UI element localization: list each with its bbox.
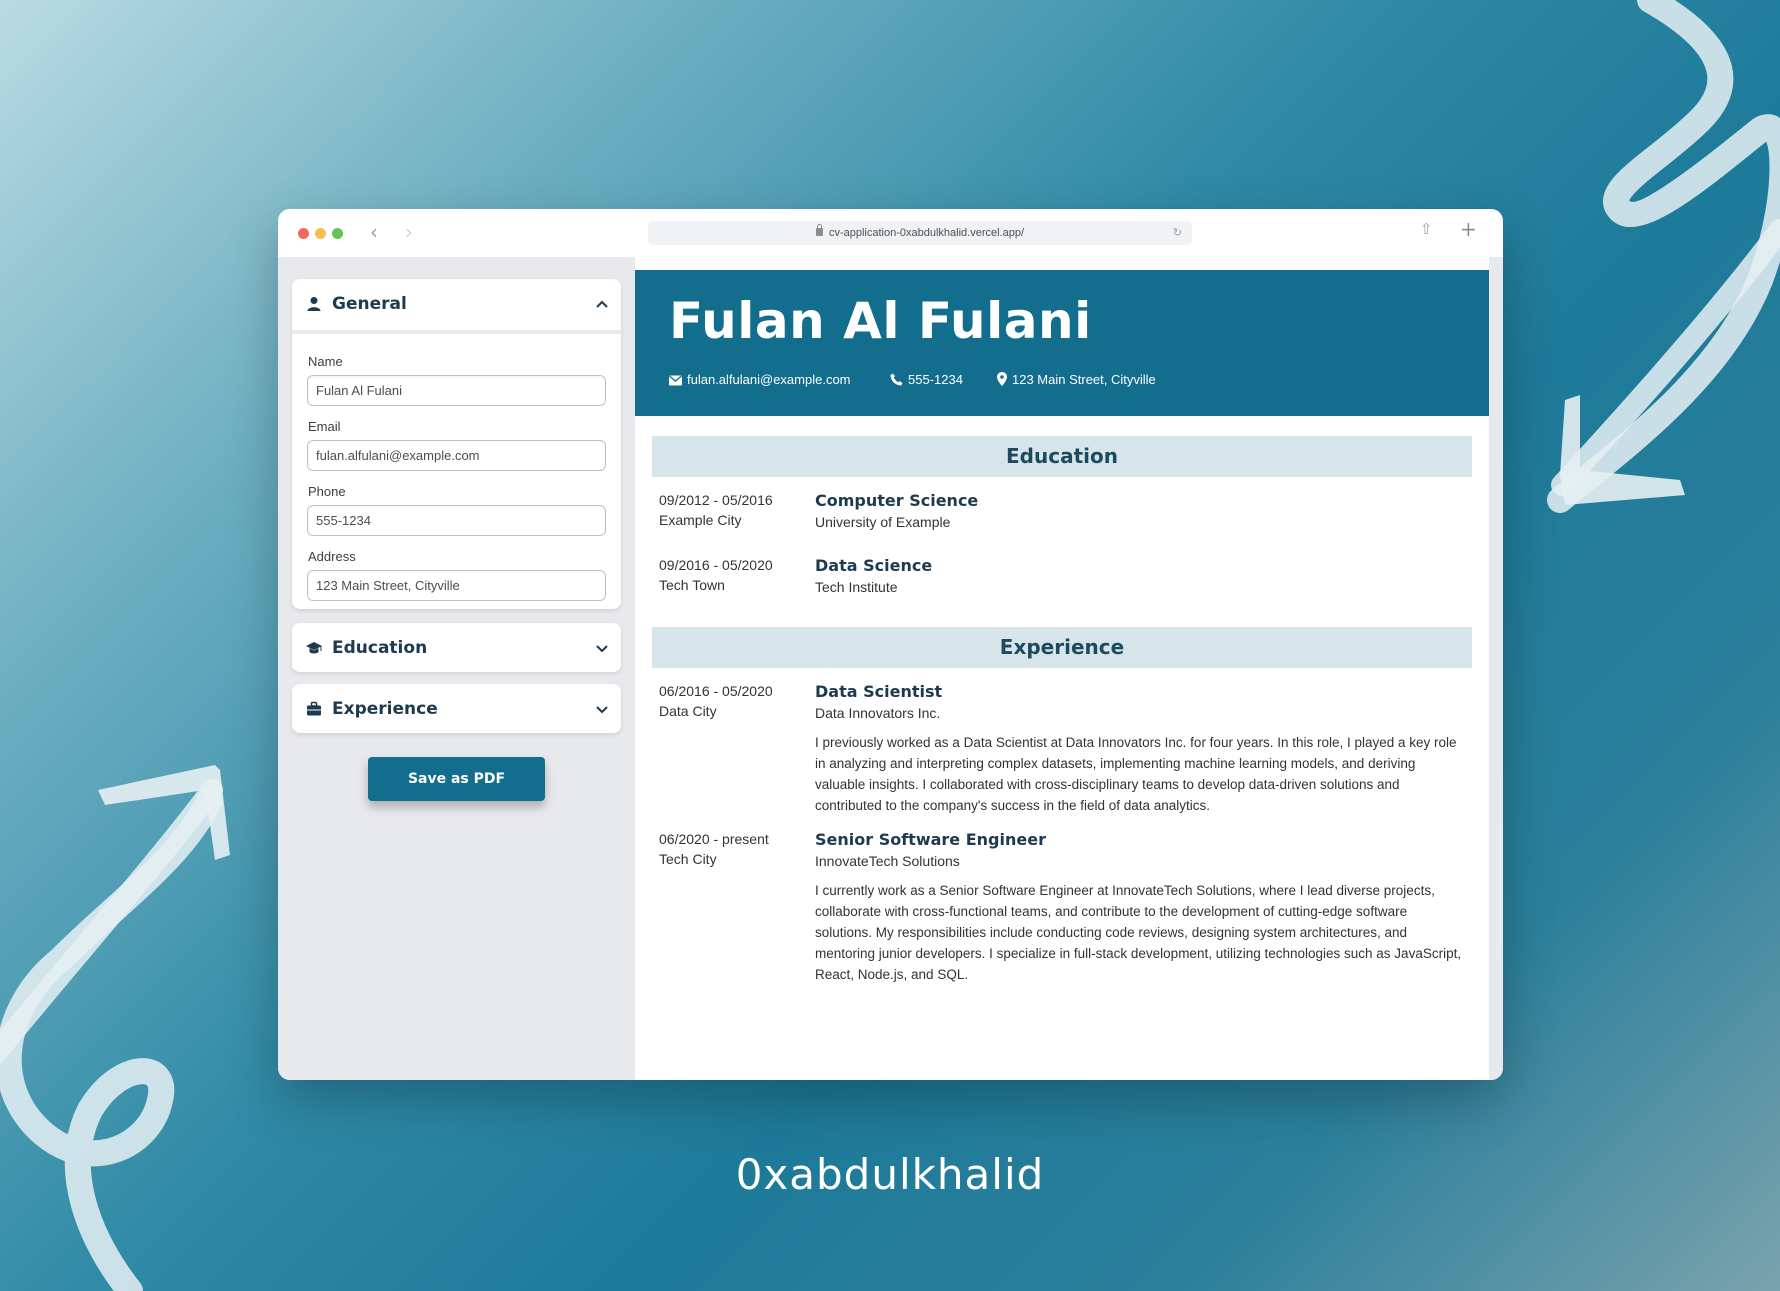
envelope-icon (669, 375, 682, 386)
chevron-up-icon[interactable] (595, 297, 609, 311)
education-section-heading: Education (652, 436, 1472, 477)
experience-panel[interactable]: Experience (292, 684, 621, 733)
map-pin-icon (997, 372, 1007, 386)
email-input[interactable] (307, 440, 606, 471)
forward-arrow-icon[interactable]: › (405, 221, 413, 243)
address-label: Address (308, 549, 356, 564)
experience-entry-dates: 06/2020 - present (659, 831, 769, 847)
editor-sidebar: General Name Email Phone Address Educati… (278, 257, 635, 1080)
lock-icon (815, 224, 823, 236)
education-entry-dates: 09/2012 - 05/2016 (659, 492, 773, 508)
new-tab-icon[interactable]: + (1460, 217, 1477, 241)
education-entry-org: University of Example (815, 514, 951, 530)
resume-name: Fulan Al Fulani (669, 292, 1092, 350)
education-entry-location: Example City (659, 512, 742, 528)
general-panel-title: General (332, 294, 407, 314)
resume-header: Fulan Al Fulani fulan.alfulani@example.c… (635, 270, 1489, 416)
user-icon (307, 297, 321, 311)
education-entry-org: Tech Institute (815, 579, 898, 595)
address-bar[interactable]: cv-application-0xabdulkhalid.vercel.app/… (648, 221, 1192, 245)
education-panel-header[interactable]: Education (292, 623, 621, 673)
experience-entry-org: InnovateTech Solutions (815, 853, 960, 869)
education-entry-title: Data Science (815, 556, 933, 575)
resume-preview: Fulan Al Fulani fulan.alfulani@example.c… (635, 257, 1489, 1080)
experience-entry-title: Senior Software Engineer (815, 830, 1046, 849)
author-handle: 0xabdulkhalid (735, 1150, 1045, 1199)
experience-entry-description: I previously worked as a Data Scientist … (815, 735, 1457, 813)
maximize-window-button[interactable] (332, 228, 343, 239)
browser-window: ‹ › cv-application-0xabdulkhalid.vercel.… (278, 209, 1503, 1080)
phone-input[interactable] (307, 505, 606, 536)
panel-divider (292, 330, 621, 334)
resume-email: fulan.alfulani@example.com (669, 372, 851, 387)
resume-address-text: 123 Main Street, Cityville (1012, 372, 1156, 387)
education-panel-title: Education (332, 638, 428, 658)
experience-entry-description: I currently work as a Senior Software En… (815, 883, 1462, 982)
education-panel[interactable]: Education (292, 623, 621, 672)
browser-titlebar: ‹ › cv-application-0xabdulkhalid.vercel.… (278, 209, 1503, 257)
phone-icon (890, 373, 903, 386)
experience-panel-header[interactable]: Experience (292, 684, 621, 734)
experience-entry-location: Tech City (659, 851, 717, 867)
save-as-pdf-button[interactable]: Save as PDF (368, 757, 545, 801)
experience-entry-title: Data Scientist (815, 682, 943, 701)
close-window-button[interactable] (298, 228, 309, 239)
experience-entry-location: Data City (659, 703, 717, 719)
graduation-cap-icon (306, 642, 322, 654)
email-label: Email (308, 419, 341, 434)
resume-email-text: fulan.alfulani@example.com (687, 372, 851, 387)
minimize-window-button[interactable] (315, 228, 326, 239)
education-entry-title: Computer Science (815, 491, 979, 510)
resume-phone-text: 555-1234 (908, 372, 963, 387)
name-input[interactable] (307, 375, 606, 406)
general-panel: General Name Email Phone Address (292, 279, 621, 609)
url-text: cv-application-0xabdulkhalid.vercel.app/ (828, 227, 1025, 239)
reload-icon[interactable]: ↻ (1173, 221, 1182, 245)
resume-phone: 555-1234 (890, 372, 963, 387)
back-arrow-icon[interactable]: ‹ (370, 221, 378, 243)
phone-label: Phone (308, 484, 346, 499)
briefcase-icon (307, 701, 321, 716)
education-entry-dates: 09/2016 - 05/2020 (659, 557, 773, 573)
experience-section-heading: Experience (652, 627, 1472, 668)
education-entry-location: Tech Town (659, 577, 725, 593)
experience-panel-title: Experience (332, 699, 438, 719)
preview-margin (1489, 257, 1503, 1080)
experience-entry-org: Data Innovators Inc. (815, 705, 941, 721)
address-input[interactable] (307, 570, 606, 601)
chevron-down-icon[interactable] (595, 641, 609, 655)
resume-address: 123 Main Street, Cityville (997, 372, 1156, 387)
general-panel-header[interactable]: General (292, 279, 621, 329)
name-label: Name (308, 354, 343, 369)
share-icon[interactable]: ⇧ (1420, 220, 1433, 238)
chevron-down-icon[interactable] (595, 702, 609, 716)
experience-entry-dates: 06/2016 - 05/2020 (659, 683, 773, 699)
